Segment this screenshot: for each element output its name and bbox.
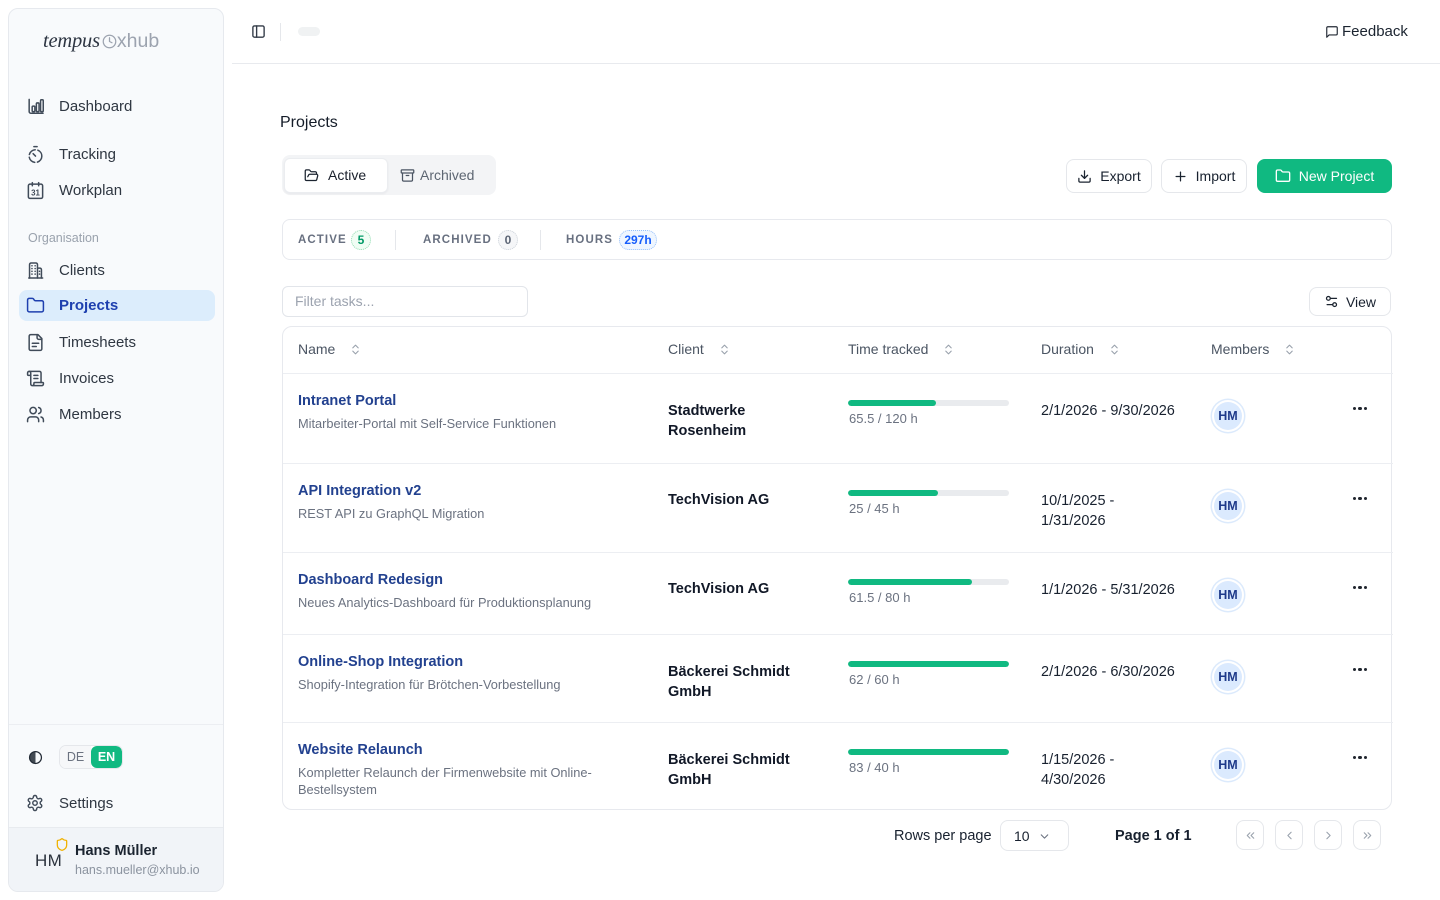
svg-text:31: 31 [31, 188, 40, 197]
